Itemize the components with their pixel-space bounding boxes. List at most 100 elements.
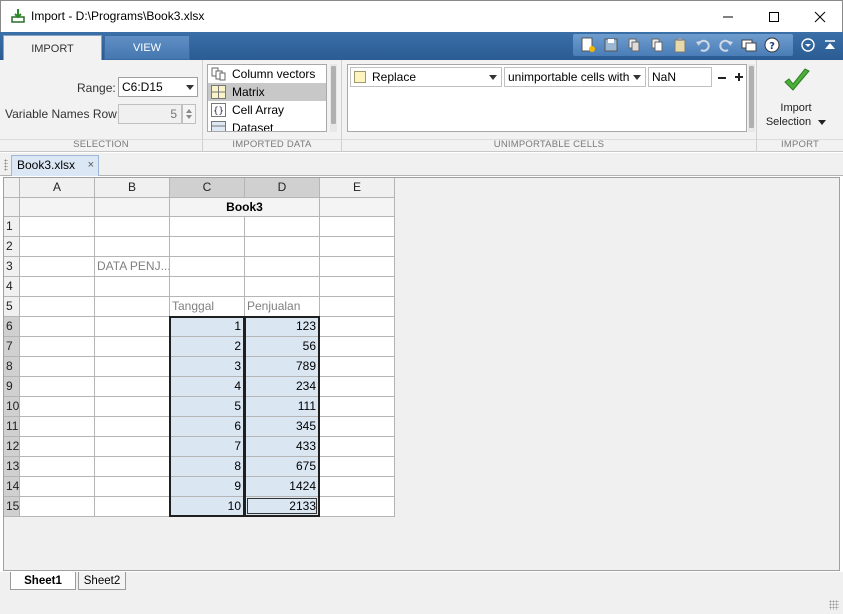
scrollbar-thumb[interactable]	[749, 66, 754, 128]
output-type-cell-array[interactable]: {} Cell Array	[208, 101, 326, 119]
row-header-3[interactable]: 3	[4, 257, 20, 277]
rule-action-dropdown[interactable]: Replace	[350, 67, 502, 87]
cell-d14[interactable]: 1424	[245, 477, 320, 497]
cell-b5[interactable]	[95, 297, 170, 317]
cell-c6[interactable]: 1	[170, 317, 245, 337]
column-header-a[interactable]: A	[20, 178, 95, 198]
cell-a1[interactable]	[20, 217, 95, 237]
variable-names-row-input[interactable]: 5	[118, 104, 182, 124]
cell-b1[interactable]	[95, 217, 170, 237]
cell-a15[interactable]	[20, 497, 95, 517]
ribbon-options-button[interactable]	[800, 37, 816, 53]
cell-d2[interactable]	[245, 237, 320, 257]
cell-a11[interactable]	[20, 417, 95, 437]
cell-d9[interactable]: 234	[245, 377, 320, 397]
cell-b12[interactable]	[95, 437, 170, 457]
qat-new-button[interactable]	[577, 36, 598, 54]
cell-e15[interactable]	[320, 497, 395, 517]
cell-b3[interactable]: DATA PENJ...	[95, 257, 170, 277]
range-dropdown[interactable]: C6:D15	[118, 77, 198, 97]
cell-e3[interactable]	[320, 257, 395, 277]
sheet-tab-sheet2[interactable]: Sheet2	[78, 572, 126, 590]
cell-a4[interactable]	[20, 277, 95, 297]
remove-rule-button[interactable]	[714, 69, 730, 85]
cell-a7[interactable]	[20, 337, 95, 357]
scrollbar-thumb[interactable]	[331, 66, 336, 124]
cell-b14[interactable]	[95, 477, 170, 497]
cell-d3[interactable]	[245, 257, 320, 277]
cell-e10[interactable]	[320, 397, 395, 417]
cell-b6[interactable]	[95, 317, 170, 337]
cell-d11[interactable]: 345	[245, 417, 320, 437]
cell-d4[interactable]	[245, 277, 320, 297]
cell-e13[interactable]	[320, 457, 395, 477]
row-header-12[interactable]: 12	[4, 437, 20, 457]
cell-b4[interactable]	[95, 277, 170, 297]
cell-e14[interactable]	[320, 477, 395, 497]
cell-c15[interactable]: 10	[170, 497, 245, 517]
row-header-9[interactable]: 9	[4, 377, 20, 397]
sheet-tab-sheet1[interactable]: Sheet1	[10, 572, 76, 590]
output-type-scrollbar[interactable]	[330, 64, 337, 132]
cell-e9[interactable]	[320, 377, 395, 397]
cell-b13[interactable]	[95, 457, 170, 477]
cell-a5[interactable]	[20, 297, 95, 317]
cell-e7[interactable]	[320, 337, 395, 357]
drag-grip-icon[interactable]	[4, 159, 8, 171]
cell-a10[interactable]	[20, 397, 95, 417]
qat-cut-button[interactable]	[623, 36, 644, 54]
output-type-dataset[interactable]: Dataset	[208, 119, 326, 131]
output-type-matrix[interactable]: Matrix	[208, 83, 326, 101]
row-header-6[interactable]: 6	[4, 317, 20, 337]
maximize-button[interactable]	[751, 1, 797, 32]
row-header-13[interactable]: 13	[4, 457, 20, 477]
cell-d15[interactable]: 2133	[245, 497, 320, 517]
tab-view[interactable]: VIEW	[104, 35, 190, 60]
import-selection-button[interactable]: Import Selection	[760, 64, 832, 134]
cell-b2[interactable]	[95, 237, 170, 257]
row-header-14[interactable]: 14	[4, 477, 20, 497]
cell-c13[interactable]: 8	[170, 457, 245, 477]
cell-e8[interactable]	[320, 357, 395, 377]
spreadsheet-area[interactable]: A B C D E Book3 1 2 3 DATA PENJ... 4 5 Tanggal Penjua…	[3, 177, 840, 571]
cell-c14[interactable]: 9	[170, 477, 245, 497]
cell-a12[interactable]	[20, 437, 95, 457]
output-type-column-vectors[interactable]: Column vectors	[208, 65, 326, 83]
cell-e1[interactable]	[320, 217, 395, 237]
cell-e4[interactable]	[320, 277, 395, 297]
row-header-4[interactable]: 4	[4, 277, 20, 297]
cell-c9[interactable]: 4	[170, 377, 245, 397]
qat-help-button[interactable]: ?	[761, 36, 782, 54]
qat-undo-button[interactable]	[692, 36, 713, 54]
cell-c7[interactable]: 2	[170, 337, 245, 357]
rule-value-input[interactable]: NaN	[648, 67, 712, 87]
variable-names-row-spinner[interactable]	[182, 104, 196, 124]
close-tab-icon[interactable]: ×	[88, 159, 94, 171]
column-header-d[interactable]: D	[245, 178, 320, 198]
cell-c10[interactable]: 5	[170, 397, 245, 417]
qat-copy-button[interactable]	[646, 36, 667, 54]
cell-a6[interactable]	[20, 317, 95, 337]
cell-b11[interactable]	[95, 417, 170, 437]
cell-e11[interactable]	[320, 417, 395, 437]
document-tab-book3[interactable]: Book3.xlsx ×	[11, 155, 99, 176]
tab-import[interactable]: IMPORT	[3, 35, 102, 61]
cell-a8[interactable]	[20, 357, 95, 377]
column-header-e[interactable]: E	[320, 178, 395, 198]
close-button[interactable]	[797, 1, 843, 32]
column-header-c[interactable]: C	[170, 178, 245, 198]
cell-b7[interactable]	[95, 337, 170, 357]
cell-c1[interactable]	[170, 217, 245, 237]
cell-c5[interactable]: Tanggal	[170, 297, 245, 317]
row-header-1[interactable]: 1	[4, 217, 20, 237]
cell-e6[interactable]	[320, 317, 395, 337]
cell-d10[interactable]: 111	[245, 397, 320, 417]
qat-save-button[interactable]	[600, 36, 621, 54]
output-type-list[interactable]: Column vectors Matrix {} Cell Array Data…	[207, 64, 327, 132]
cell-c8[interactable]: 3	[170, 357, 245, 377]
cell-e5[interactable]	[320, 297, 395, 317]
cell-c4[interactable]	[170, 277, 245, 297]
qat-switch-window-button[interactable]	[738, 36, 759, 54]
cell-b10[interactable]	[95, 397, 170, 417]
cell-c3[interactable]	[170, 257, 245, 277]
